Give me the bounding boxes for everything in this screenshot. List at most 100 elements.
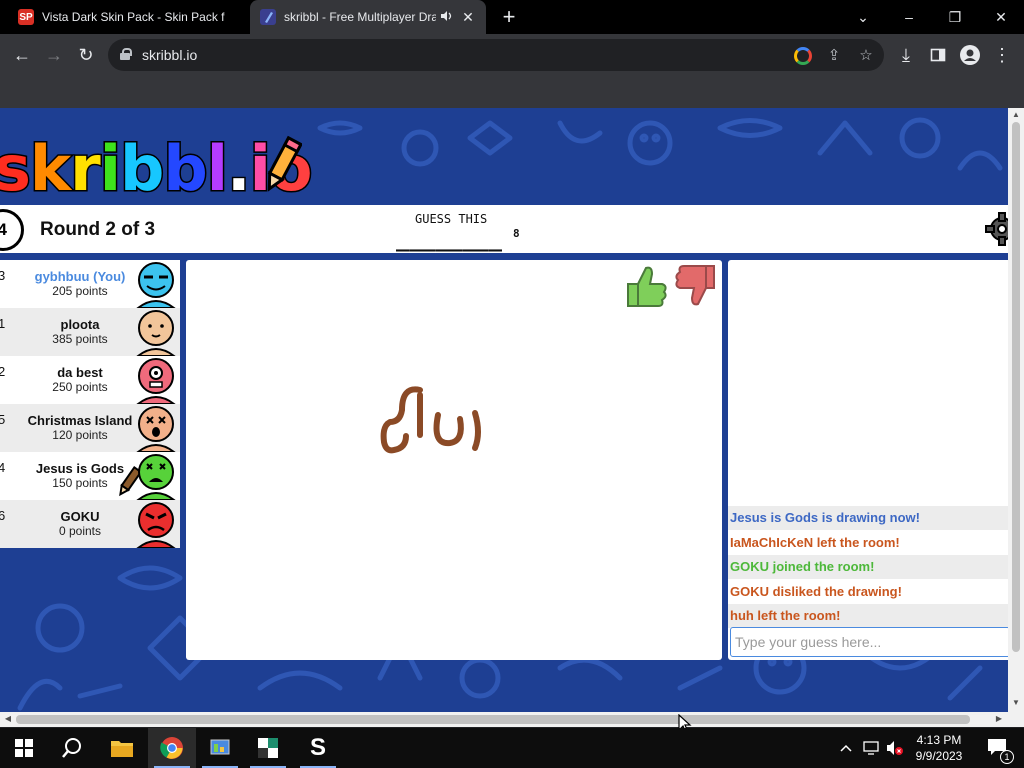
url-text[interactable]: skribbl.io xyxy=(142,47,197,63)
chat-message: huh left the room! xyxy=(728,604,1008,628)
new-tab-button[interactable]: + xyxy=(496,0,522,34)
skribbl-favicon xyxy=(260,9,276,25)
player-points: 250 points xyxy=(52,380,108,394)
control-panel-button[interactable] xyxy=(196,728,244,768)
scroll-down-arrow-icon[interactable]: ▼ xyxy=(1011,698,1021,708)
close-tab-icon[interactable]: ✕ xyxy=(460,9,476,26)
logo-pencil-icon xyxy=(267,135,302,192)
forward-button[interactable]: → xyxy=(40,41,68,69)
tab-vista-skin-pack[interactable]: SP Vista Dark Skin Pack - Skin Pack f xyxy=(8,0,248,34)
scroll-right-arrow-icon[interactable]: ▶ xyxy=(994,714,1004,723)
network-icon[interactable] xyxy=(860,728,882,768)
control-panel-icon xyxy=(210,739,230,755)
side-panel-icon[interactable] xyxy=(924,41,952,69)
scroll-left-arrow-icon[interactable]: ◀ xyxy=(3,714,13,723)
logo-letter: b xyxy=(162,132,209,205)
bookmarks-bar-area xyxy=(0,76,1024,108)
vertical-scrollbar[interactable]: ▲ ▼ xyxy=(1008,108,1024,712)
player-row[interactable]: 4 Jesus is Gods 150 points xyxy=(0,452,180,500)
thumbs-down-icon[interactable] xyxy=(670,262,716,310)
checker-app-icon xyxy=(258,738,278,758)
chrome-taskbar-button[interactable] xyxy=(148,728,196,768)
taskbar-clock[interactable]: 4:13 PM 9/9/2023 xyxy=(906,732,972,764)
audio-playing-icon[interactable] xyxy=(440,9,454,26)
file-explorer-button[interactable] xyxy=(98,728,146,768)
chat-message-text: Jesus is Gods is drawing now! xyxy=(730,510,920,525)
browser-toolbar: ← → ↻ skribbl.io ⇪ ☆ ⤓ ⋮ xyxy=(0,34,1024,76)
scroll-up-arrow-icon[interactable]: ▲ xyxy=(1011,110,1021,120)
chat-message: Jesus is Gods is drawing now! xyxy=(728,506,1008,530)
player-avatar xyxy=(136,310,176,356)
player-rank: 6 xyxy=(0,508,6,523)
player-rank: 1 xyxy=(0,316,6,331)
close-window-button[interactable]: ✕ xyxy=(978,0,1024,34)
volume-muted-icon[interactable] xyxy=(884,728,906,768)
player-row[interactable]: 1 ploota 385 points xyxy=(0,308,180,356)
notification-count-badge: 1 xyxy=(1000,750,1014,764)
google-lens-icon[interactable] xyxy=(794,47,812,65)
player-rank: 4 xyxy=(0,460,6,475)
player-name: gybhbuu (You) xyxy=(34,269,126,284)
round-indicator: Round 2 of 3 xyxy=(40,219,156,240)
player-points: 205 points xyxy=(52,284,108,298)
skinpack-favicon: SP xyxy=(18,9,34,25)
logo-letter: i xyxy=(98,132,122,205)
guess-input[interactable] xyxy=(730,627,1008,657)
vertical-scroll-thumb[interactable] xyxy=(1012,122,1020,652)
player-avatar xyxy=(136,454,176,500)
player-points: 120 points xyxy=(52,428,108,442)
game-header-bar: 54 Round 2 of 3 GUESS THIS ________ 8 xyxy=(0,205,1008,253)
logo-letter: . xyxy=(226,132,252,205)
chat-message-text: GOKU joined the room! xyxy=(730,559,875,574)
tab-title: Vista Dark Skin Pack - Skin Pack f xyxy=(42,10,225,24)
tab-skribbl[interactable]: skribbl - Free Multiplayer Dra ✕ xyxy=(250,0,486,34)
player-name: ploota xyxy=(60,317,100,332)
settings-gear-icon[interactable] xyxy=(984,211,1008,247)
chat-message: GOKU disliked the drawing! xyxy=(728,580,1008,604)
player-avatar xyxy=(136,262,176,308)
share-icon[interactable]: ⇪ xyxy=(824,45,844,65)
player-avatar xyxy=(136,406,176,452)
restore-button[interactable]: ❐ xyxy=(932,0,978,34)
reload-button[interactable]: ↻ xyxy=(72,41,100,69)
drawing-canvas[interactable] xyxy=(186,260,722,660)
player-row[interactable]: 6 GOKU 0 points xyxy=(0,500,180,548)
back-button[interactable]: ← xyxy=(8,41,36,69)
minimize-button[interactable]: – xyxy=(886,0,932,34)
player-list: 3 gybhbuu (You) 205 points 1 ploota 385 … xyxy=(0,260,180,548)
logo-letter: s xyxy=(0,132,32,205)
player-name: Christmas Island xyxy=(27,413,133,428)
player-avatar xyxy=(136,358,176,404)
address-bar[interactable]: skribbl.io ⇪ ☆ xyxy=(108,39,884,71)
chrome-menu-icon[interactable]: ⋮ xyxy=(988,41,1016,69)
word-length: 8 xyxy=(513,227,520,240)
chrome-icon xyxy=(160,737,183,759)
timer-value: 54 xyxy=(0,220,7,239)
thumbs-up-icon[interactable] xyxy=(624,262,668,310)
tab-search-button[interactable]: ⌄ xyxy=(840,0,886,34)
notifications-button[interactable]: 1 xyxy=(980,728,1016,768)
player-name: GOKU xyxy=(60,509,100,524)
clock-time: 4:13 PM xyxy=(916,733,962,747)
search-button[interactable] xyxy=(48,728,96,768)
lock-icon[interactable] xyxy=(120,48,132,60)
logo-letter: b xyxy=(118,132,165,205)
app-taskbar-button[interactable] xyxy=(244,728,292,768)
windows-taskbar: S 4:13 PM 9/9/2023 1 xyxy=(0,728,1024,768)
chat-message: GOKU joined the room! xyxy=(728,555,1008,579)
s-app-taskbar-button[interactable]: S xyxy=(294,728,342,768)
start-button[interactable] xyxy=(0,728,48,768)
drawing-strokes xyxy=(380,386,481,454)
player-rank: 3 xyxy=(0,268,6,283)
download-icon[interactable]: ⤓ xyxy=(892,41,920,69)
show-hidden-icons-icon[interactable] xyxy=(836,728,856,768)
horizontal-scroll-thumb[interactable] xyxy=(16,715,970,724)
player-row[interactable]: 2 da best 250 points xyxy=(0,356,180,404)
player-row[interactable]: 3 gybhbuu (You) 205 points xyxy=(0,260,180,308)
bookmark-star-icon[interactable]: ☆ xyxy=(856,45,876,65)
profile-avatar-icon[interactable] xyxy=(956,41,984,69)
horizontal-scrollbar[interactable]: ◀ ▶ xyxy=(0,712,1024,727)
player-avatar xyxy=(136,502,176,548)
player-row[interactable]: 5 Christmas Island 120 points xyxy=(0,404,180,452)
chat-message-text: GOKU disliked the drawing! xyxy=(730,584,902,599)
